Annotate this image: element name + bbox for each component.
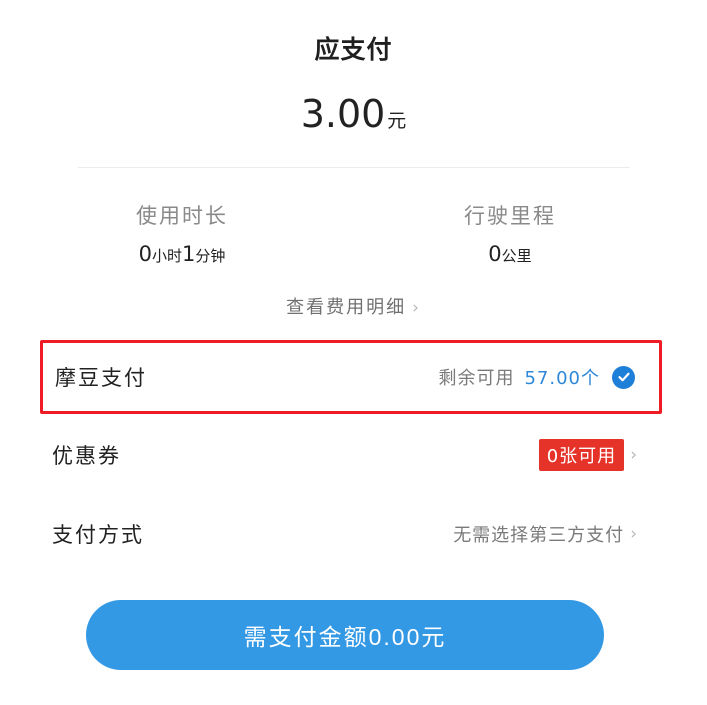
coupon-available-badge: 0张可用 [538, 439, 625, 471]
coupon-row[interactable]: 优惠券 0张可用 › [40, 418, 662, 492]
duration-hours: 0 [138, 242, 152, 266]
pay-button[interactable]: 需支付金额0.00元 [86, 600, 604, 670]
chevron-right-icon: › [630, 445, 638, 465]
distance-value: 0公里 [390, 242, 630, 266]
amount-value: 3.00 [300, 92, 386, 136]
duration-stat: 使用时长 0小时1分钟 [62, 200, 302, 266]
modou-payment-label: 摩豆支付 [55, 366, 147, 390]
payment-method-row[interactable]: 支付方式 无需选择第三方支付 › [40, 497, 662, 571]
payment-method-info: 无需选择第三方支付 › [453, 521, 638, 547]
page-title: 应支付 [314, 35, 393, 64]
remaining-label: 剩余可用 [438, 368, 515, 389]
chevron-right-icon: › [630, 524, 638, 544]
modou-balance: 剩余可用 57.00个 [438, 364, 635, 390]
coupon-info: 0张可用 › [538, 439, 638, 471]
chevron-right-icon: › [412, 298, 421, 318]
payment-method-value: 无需选择第三方支付 [453, 525, 625, 546]
duration-value: 0小时1分钟 [62, 242, 302, 266]
duration-hours-unit: 小时 [151, 247, 182, 265]
duration-label: 使用时长 [136, 204, 228, 228]
distance-number: 0 [488, 242, 502, 266]
fee-detail-link[interactable]: 查看费用明细 › [0, 293, 707, 319]
distance-unit: 公里 [501, 247, 532, 265]
coupon-label: 优惠券 [52, 444, 121, 468]
payable-amount: 3.00 元 [0, 92, 707, 136]
remaining-value: 57.00个 [524, 368, 600, 389]
fee-detail-label: 查看费用明细 [286, 297, 407, 318]
modou-payment-row[interactable]: 摩豆支付 剩余可用 57.00个 [40, 340, 662, 414]
duration-minutes: 1 [182, 242, 196, 266]
divider [78, 167, 630, 168]
distance-label: 行驶里程 [464, 204, 556, 228]
check-circle-icon[interactable] [612, 365, 635, 389]
distance-stat: 行驶里程 0公里 [390, 200, 630, 266]
duration-minutes-unit: 分钟 [195, 247, 226, 265]
payment-method-label: 支付方式 [52, 523, 144, 547]
amount-unit: 元 [387, 110, 407, 132]
